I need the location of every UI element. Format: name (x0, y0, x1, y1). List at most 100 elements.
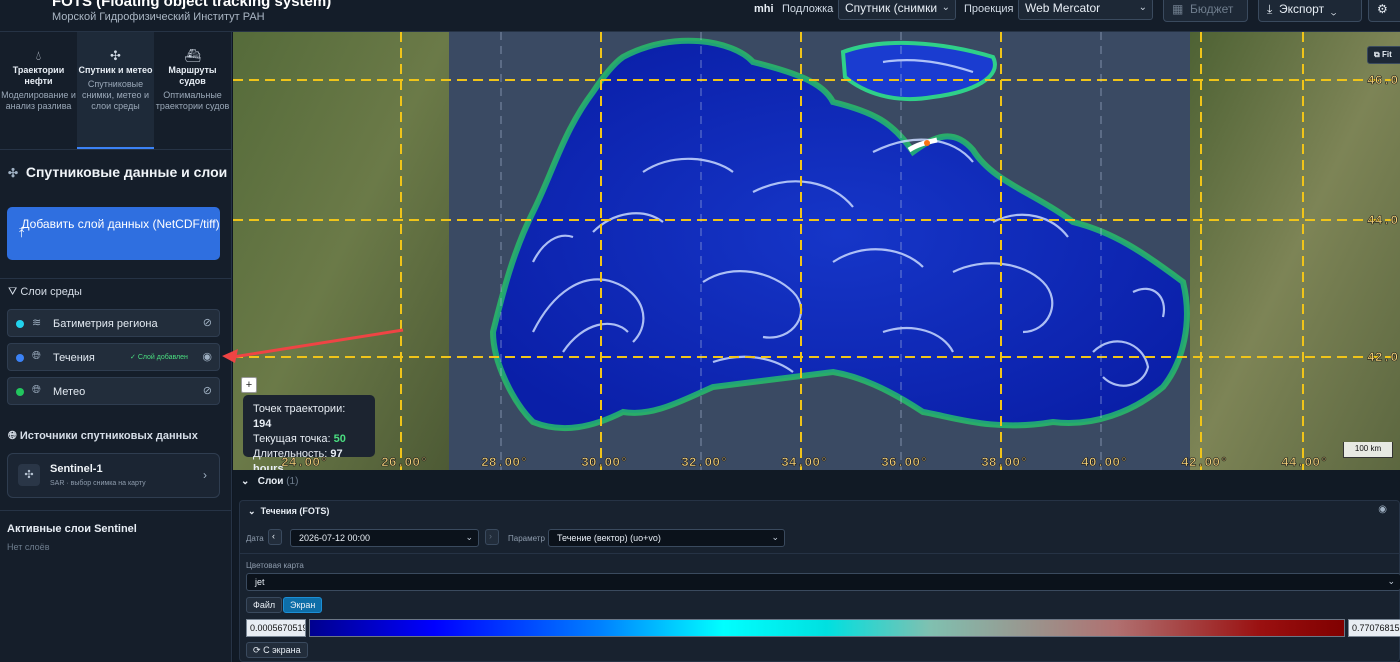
globe-icon: 🌐︎ (32, 350, 41, 362)
basemap-select[interactable]: Спутник (снимки ⌄ (838, 0, 956, 20)
layer-item-currents[interactable]: 🌐︎ Течения ✓ Слой добавлен ◉ (7, 343, 220, 371)
layers-panel: ⌄ Слои (1) ⌄ Течения (FOTS) ◉ Дата ‹ 202… (233, 470, 1400, 662)
add-layer-label: Добавить слой данных (NetCDF/tiff) (21, 217, 220, 231)
tab-title: Маршруты судов (168, 65, 217, 86)
layer-item-meteo[interactable]: 🌐︎ Метео ⊘ (7, 377, 220, 405)
date-label: Дата (246, 534, 264, 543)
tooltip-points-row: Точек траектории: 194 (253, 402, 365, 432)
settings-button[interactable]: ⚙ (1368, 0, 1400, 22)
tooltip-current-row: Текущая точка: 50 (253, 432, 365, 447)
tab-oil-trajectories[interactable]: 💧︎ Траектории нефти Моделирование и анал… (0, 32, 77, 149)
sentinel-name: Sentinel-1 (50, 463, 103, 475)
tooltip-value: 50 (333, 433, 346, 445)
fit-icon: ⧉ (1374, 50, 1380, 59)
colormap-max-input[interactable]: 0.7707681513 (1348, 619, 1400, 637)
ship-icon: ⛴ (184, 48, 201, 63)
tab-desc: Моделирование и анализ разлива (1, 90, 76, 111)
lat-tick-label: 44.0 (1367, 213, 1398, 228)
lon-tick-label: 38.00° (981, 455, 1028, 470)
prev-date-button[interactable]: ‹ (268, 529, 282, 545)
map-svg[interactable]: 24.00° 26.00° 28.00° 30.00° 32.00° 34.00… (233, 32, 1400, 470)
section-title: ✣ Спутниковые данные и слои (8, 164, 227, 180)
env-layers-heading: ⛛ Слои среды (8, 286, 82, 299)
sidebar: 💧︎ Траектории нефти Моделирование и анал… (0, 32, 232, 662)
table-icon: ▦ (1172, 2, 1184, 16)
sentinel-source-card[interactable]: ✣ Sentinel-1 SAR · выбор снимка на карту… (7, 453, 220, 498)
budget-label: Бюджет (1190, 2, 1234, 16)
sources-heading: 🌐︎ Источники спутниковых данных (8, 430, 198, 443)
annotation-arrow-head (222, 349, 238, 363)
download-icon: ⤓ (1267, 2, 1273, 16)
next-date-button[interactable]: › (485, 529, 499, 545)
eye-off-icon[interactable]: ⊘ (203, 384, 212, 397)
tooltip-label: Длительность: (253, 448, 328, 460)
waves-icon: ≋ (32, 317, 42, 329)
date-select[interactable]: 2026-07-12 00:00 ⌄ (290, 529, 479, 547)
budget-button[interactable]: ▦ Бюджет (1163, 0, 1248, 22)
export-button[interactable]: ⤓ Экспорт ⌄ (1258, 0, 1362, 22)
fit-button[interactable]: ⧉ Fit (1367, 46, 1400, 64)
tab-desc: Оптимальные траектории судов (155, 90, 230, 111)
layer-color-dot (16, 388, 24, 396)
gear-icon: ⚙ (1377, 2, 1388, 16)
tooltip-value: 194 (253, 418, 272, 430)
map-canvas[interactable]: 24.00° 26.00° 28.00° 30.00° 32.00° 34.00… (233, 32, 1400, 470)
basemap-value: Спутник (снимки (845, 1, 938, 15)
layer-name: Батиметрия региона (53, 318, 158, 330)
user-name[interactable]: mhi (754, 3, 774, 15)
lon-tick-label: 32.00° (681, 455, 728, 470)
land-east (1190, 32, 1400, 470)
divider (0, 510, 232, 511)
sidebar-tabs: 💧︎ Траектории нефти Моделирование и анал… (0, 32, 231, 150)
eye-off-icon[interactable]: ⊘ (203, 316, 212, 329)
chevron-right-icon: › (203, 468, 207, 482)
add-layer-button[interactable]: ⤒ Добавить слой данных (NetCDF/tiff) (7, 207, 220, 260)
lon-tick-label: 30.00° (581, 455, 628, 470)
layer-card-title[interactable]: ⌄ Течения (FOTS) (248, 506, 329, 517)
tab-desc: Спутниковые снимки, метео и слои среды (81, 79, 150, 111)
drop-icon: 💧︎ (35, 48, 42, 63)
file-button[interactable]: Файл (246, 597, 283, 613)
from-screen-button[interactable]: ⟳ С экрана (246, 642, 308, 658)
chevron-right-icon: › (489, 531, 492, 541)
zoom-in-button[interactable]: + (241, 377, 257, 393)
layers-panel-header[interactable]: ⌄ Слои (1) (241, 476, 298, 487)
layer-item-bathymetry[interactable]: ≋ Батиметрия региона ⊘ (7, 309, 220, 337)
colormap-select[interactable]: jet ⌄ (246, 573, 1400, 591)
chevron-down-icon: ⌄ (1327, 2, 1337, 16)
filter-icon: ⛛ (8, 286, 18, 298)
chevron-down-icon: ⌄ (771, 532, 779, 542)
layer-name: Метео (53, 386, 86, 398)
upload-icon: ⤒ (19, 226, 25, 240)
layer-added-badge: ✓ Слой добавлен (130, 354, 188, 361)
layer-color-dot (16, 320, 24, 328)
export-label: Экспорт (1278, 2, 1325, 16)
eye-icon[interactable]: ◉ (1378, 504, 1387, 515)
chevron-down-icon: ⌄ (241, 476, 250, 487)
tab-ship-routes[interactable]: ⛴ Маршруты судов Оптимальные траектории … (154, 32, 231, 149)
layer-color-dot (16, 354, 24, 362)
badge-text: Слой добавлен (137, 354, 188, 361)
active-sentinel-heading: Активные слои Sentinel (7, 523, 137, 535)
scale-bar: 100 km (1343, 442, 1393, 458)
trajectory-tooltip: Точек траектории: 194 Текущая точка: 50 … (243, 395, 375, 470)
tooltip-label: Текущая точка: (253, 433, 331, 445)
colormap-min-input[interactable]: 0.0005670519 (246, 619, 306, 637)
colormap-value: jet (255, 577, 265, 587)
chevron-down-icon: ⌄ (1387, 576, 1395, 586)
projection-select[interactable]: Web Mercator ⌄ (1018, 0, 1153, 20)
card-title-text: Течения (FOTS) (260, 506, 330, 516)
lon-tick-label: 42.00° (1181, 455, 1228, 470)
param-value: Течение (вектор) (uo+vo) (557, 533, 661, 543)
date-value: 2026-07-12 00:00 (299, 533, 371, 543)
satellite-icon: ✣ (8, 166, 19, 180)
screen-button[interactable]: Экран (283, 597, 323, 613)
param-select[interactable]: Течение (вектор) (uo+vo) ⌄ (548, 529, 785, 547)
satellite-icon: ✣ (18, 464, 40, 486)
lon-tick-label: 34.00° (781, 455, 828, 470)
eye-icon[interactable]: ◉ (202, 350, 212, 363)
lon-tick-label: 40.00° (1081, 455, 1128, 470)
from-screen-label: С экрана (263, 645, 301, 655)
sources-label: Источники спутниковых данных (19, 430, 198, 442)
tab-satellite-meteo[interactable]: ✣ Спутник и метео Спутниковые снимки, ме… (77, 32, 154, 149)
